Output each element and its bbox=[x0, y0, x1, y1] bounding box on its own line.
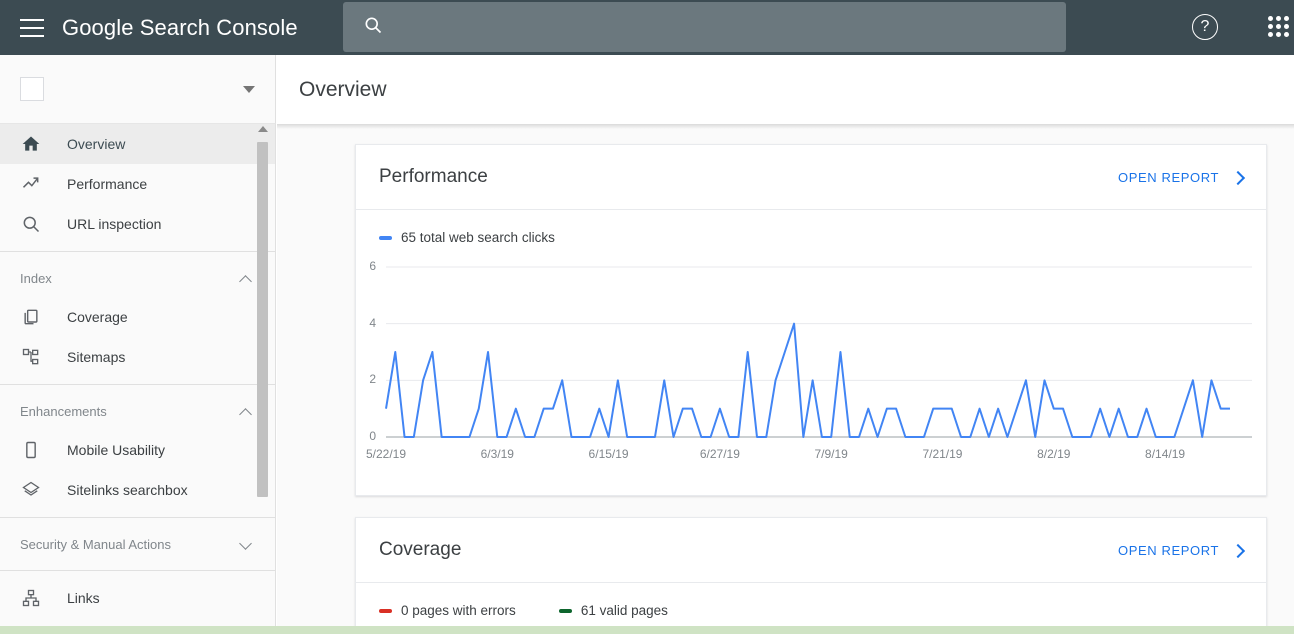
sidebar-item-mobile-usability[interactable]: Mobile Usability bbox=[0, 430, 275, 470]
legend-label: 61 valid pages bbox=[580, 603, 668, 618]
sidebar-item-label: Sitelinks searchbox bbox=[67, 482, 188, 498]
sidebar-group-label: Security & Manual Actions bbox=[20, 536, 172, 552]
help-glyph: ? bbox=[1200, 18, 1210, 35]
chart-x-tick-label: 6/27/19 bbox=[699, 447, 740, 461]
sidebar-item-label: Performance bbox=[67, 176, 148, 192]
sidebar-group-label: Enhancements bbox=[20, 403, 107, 419]
top-app-bar: Google Search Console ? bbox=[0, 0, 1294, 55]
sidebar-item-coverage[interactable]: Coverage bbox=[0, 297, 275, 337]
mobile-icon bbox=[20, 439, 42, 461]
brand-rest-text: Search Console bbox=[133, 14, 298, 40]
sidebar-nav: Overview Performance URL inspection Inde… bbox=[0, 124, 276, 634]
search-icon bbox=[20, 213, 42, 235]
property-avatar bbox=[20, 77, 44, 101]
chart-y-tick-label: 6 bbox=[369, 259, 376, 273]
legend-label: 65 total web search clicks bbox=[401, 230, 555, 245]
sidebar-group-enhancements[interactable]: Enhancements bbox=[0, 392, 275, 430]
coverage-legend: 0 pages with errors 61 valid pages bbox=[356, 583, 1266, 618]
chevron-down-icon[interactable] bbox=[243, 85, 255, 93]
scrollbar-thumb[interactable] bbox=[257, 142, 268, 497]
sidebar-divider bbox=[0, 251, 275, 252]
sidebar-divider bbox=[0, 517, 275, 518]
legend-color-swatch bbox=[379, 235, 392, 240]
legend-item-valid[interactable]: 61 valid pages bbox=[558, 603, 668, 618]
chart-x-tick-label: 6/15/19 bbox=[588, 447, 629, 461]
chart-y-tick-label: 2 bbox=[369, 372, 376, 387]
card-title: Coverage bbox=[379, 539, 462, 560]
legend-color-swatch bbox=[379, 608, 392, 613]
sidebar-item-links[interactable]: Links bbox=[0, 578, 275, 618]
performance-card: Performance OPEN REPORT 65 total web sea… bbox=[355, 144, 1267, 496]
chart-y-tick-label: 0 bbox=[369, 429, 376, 443]
chevron-right-icon bbox=[1233, 172, 1244, 183]
chevron-up-icon[interactable] bbox=[240, 272, 253, 285]
property-selector[interactable] bbox=[0, 55, 276, 124]
sidebar-item-label: Overview bbox=[67, 136, 126, 152]
chevron-down-icon[interactable] bbox=[240, 538, 253, 551]
sidebar-divider bbox=[0, 384, 275, 385]
chart-y-tick-label: 4 bbox=[369, 315, 376, 330]
chart-x-tick-label: 6/3/19 bbox=[480, 447, 514, 461]
brand-google-text: Google bbox=[62, 14, 134, 40]
coverage-card: Coverage OPEN REPORT 0 pages with errors… bbox=[355, 517, 1267, 634]
trending-up-icon bbox=[20, 173, 42, 195]
search-input[interactable] bbox=[395, 18, 1050, 36]
sidebar-item-label: Sitemaps bbox=[67, 349, 126, 365]
chart-x-tick-label: 7/21/19 bbox=[922, 447, 963, 461]
page-title: Overview bbox=[299, 77, 387, 101]
sidebar-divider bbox=[0, 570, 275, 571]
sidebar-item-overview[interactable]: Overview bbox=[0, 124, 275, 164]
chart-x-tick-label: 7/9/19 bbox=[814, 447, 848, 461]
search-icon bbox=[363, 15, 383, 40]
hamburger-menu-icon[interactable] bbox=[20, 18, 44, 37]
sidebar-item-label: Coverage bbox=[67, 309, 128, 325]
sitemap-icon bbox=[20, 346, 42, 368]
sidebar-group-index[interactable]: Index bbox=[0, 259, 275, 297]
page-header: Overview bbox=[277, 55, 1294, 124]
coverage-open-report-link[interactable]: OPEN REPORT bbox=[1118, 543, 1244, 558]
chart-x-tick-label: 8/2/19 bbox=[1037, 447, 1071, 461]
card-title: Performance bbox=[379, 166, 488, 187]
main-content: Performance OPEN REPORT 65 total web sea… bbox=[277, 124, 1294, 634]
bottom-accent-bar bbox=[0, 626, 1294, 634]
legend-label: 0 pages with errors bbox=[401, 603, 516, 618]
apps-grid-icon[interactable] bbox=[1266, 14, 1292, 40]
sidebar-group-label: Index bbox=[20, 270, 52, 286]
performance-legend: 65 total web search clicks bbox=[356, 210, 1266, 245]
help-icon[interactable]: ? bbox=[1192, 14, 1218, 40]
pages-icon bbox=[20, 306, 42, 328]
scroll-up-arrow-icon[interactable] bbox=[258, 126, 268, 132]
sidebar-item-performance[interactable]: Performance bbox=[0, 164, 275, 204]
chevron-up-icon[interactable] bbox=[240, 405, 253, 418]
sidebar-item-sitelinks-searchbox[interactable]: Sitelinks searchbox bbox=[0, 470, 275, 510]
chart-x-tick-label: 5/22/19 bbox=[365, 447, 407, 461]
sidebar-item-url-inspection[interactable]: URL inspection bbox=[0, 204, 275, 244]
app-brand-title: Google Search Console bbox=[62, 15, 298, 41]
open-report-label: OPEN REPORT bbox=[1118, 542, 1219, 558]
open-report-label: OPEN REPORT bbox=[1118, 169, 1219, 185]
sidebar-item-label: URL inspection bbox=[67, 216, 162, 232]
global-search-box[interactable] bbox=[343, 2, 1066, 52]
legend-item-clicks[interactable]: 65 total web search clicks bbox=[379, 230, 555, 245]
links-icon bbox=[20, 587, 42, 609]
coverage-card-header: Coverage OPEN REPORT bbox=[356, 518, 1266, 583]
sidebar-scrollbar[interactable] bbox=[257, 124, 269, 634]
performance-line-chart[interactable]: 0 2 4 6 5/22/19 6/3/19 6/15/19 6/27/19 7/9/19 7/2… bbox=[356, 253, 1266, 473]
sidebar-item-sitemaps[interactable]: Sitemaps bbox=[0, 337, 275, 377]
layers-icon bbox=[20, 479, 42, 501]
sidebar-item-label: Links bbox=[67, 590, 100, 606]
performance-open-report-link[interactable]: OPEN REPORT bbox=[1118, 170, 1244, 185]
legend-item-errors[interactable]: 0 pages with errors bbox=[379, 603, 516, 618]
sidebar-group-security-manual-actions[interactable]: Security & Manual Actions bbox=[0, 525, 275, 563]
legend-color-swatch bbox=[558, 608, 572, 613]
home-icon bbox=[20, 133, 42, 155]
sidebar-item-label: Mobile Usability bbox=[67, 442, 166, 458]
chevron-right-icon bbox=[1233, 545, 1244, 556]
performance-card-header: Performance OPEN REPORT bbox=[356, 145, 1266, 210]
chart-plot-area bbox=[385, 266, 1252, 438]
chart-x-tick-label: 8/14/19 bbox=[1145, 447, 1186, 461]
